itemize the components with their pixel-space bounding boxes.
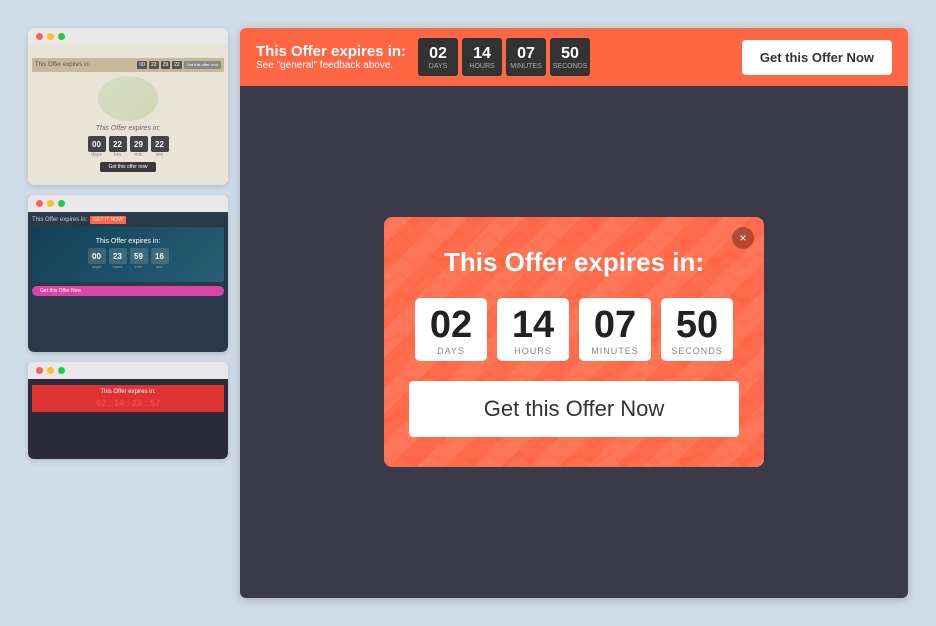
dot-yellow-3 [47,367,54,374]
popup-cta-button[interactable]: Get this Offer Now [409,381,739,437]
thumb1-timer: 00 days 22 hrs 29 min 22 [88,136,169,158]
thumb2-seconds: 16 [151,248,169,264]
main-body: × This Offer expires in: 02 DAYS 14 HOUR… [240,86,908,598]
top-bar-cta-button[interactable]: Get this Offer Now [742,40,892,75]
thumb1-content: This Offer expires in: 00 22 29 22 Get t… [28,45,228,185]
thumbnail-3[interactable]: This Offer expires in: 02 : 14 : 23 : 57 [28,362,228,459]
top-bar-subtitle: See "general" feedback above. [256,60,406,71]
popup-title: This Offer expires in: [444,247,704,278]
dot-green-3 [58,367,65,374]
thumb3-body: This Offer expires in: 02 : 14 : 23 : 57 [28,379,228,459]
thumb2-cta-box: GET IT NOW [90,216,126,224]
popup-timer-days: 02 DAYS [415,298,487,361]
popup-close-button[interactable]: × [732,227,754,249]
thumb1-title: This Offer expires in: [96,125,161,132]
thumb3-content: This Offer expires in: 02 : 14 : 23 : 57 [28,379,228,459]
thumb2-minutes: 59 [130,248,148,264]
dot-yellow-2 [47,200,54,207]
sidebar: This Offer expires in: 00 22 29 22 Get t… [28,28,228,598]
top-bar-timer: 02 DAYS 14 HOURS 07 MINUTES 50 SECONDS [418,38,590,76]
thumb2-image: This Offer expires in: 00 days 23 hours [32,227,224,282]
top-timer-seconds: 50 SECONDS [550,38,590,76]
dot-yellow-1 [47,33,54,40]
dot-green-1 [58,33,65,40]
thumb1-hours: 22 [109,136,127,152]
thumb3-red-bar: This Offer expires in: 02 : 14 : 23 : 57 [32,385,224,412]
thumb1-header-box4: 22 [172,61,182,69]
thumb3-titlebar [28,362,228,379]
thumbnail-2[interactable]: This Offer expires in: GET IT NOW This O… [28,195,228,352]
thumb1-header-text: This Offer expires in: [35,62,90,68]
top-timer-days: 02 DAYS [418,38,458,76]
thumb2-overlay-title: This Offer expires in: [96,238,160,245]
popup-timer-hours: 14 HOURS [497,298,569,361]
thumb2-body: This Offer expires in: GET IT NOW This O… [28,212,228,352]
thumb1-days: 00 [88,136,106,152]
thumb1-header-box1: 00 [137,61,147,69]
main-preview: This Offer expires in: See "general" fee… [240,28,908,598]
top-timer-minutes: 07 MINUTES [506,38,546,76]
thumb1-titlebar [28,28,228,45]
top-bar-text: This Offer expires in: See "general" fee… [256,43,406,71]
thumb1-floral [98,76,158,121]
dot-red-3 [36,367,43,374]
top-bar-title: This Offer expires in: [256,43,406,60]
thumb2-content: This Offer expires in: GET IT NOW This O… [28,212,228,352]
thumb2-days: 00 [88,248,106,264]
thumb1-button[interactable]: Get this offer now [100,162,155,172]
thumb2-titlebar [28,195,228,212]
thumb2-header-text: This Offer expires in: [32,217,87,223]
thumb1-seconds: 22 [151,136,169,152]
dot-green-2 [58,200,65,207]
popup-timer-seconds: 50 SECONDS [661,298,733,361]
thumb1-header-box3: 29 [161,61,171,69]
thumb2-timer: 00 days 23 hours 59 min [88,248,169,269]
thumb1-header: This Offer expires in: 00 22 29 22 Get t… [32,58,224,72]
dot-red-1 [36,33,43,40]
thumbnail-1[interactable]: This Offer expires in: 00 22 29 22 Get t… [28,28,228,185]
thumb3-title: This Offer expires in: [36,389,220,395]
popup-timer-minutes: 07 MINUTES [579,298,651,361]
thumb2-header: This Offer expires in: GET IT NOW [32,216,224,224]
top-timer-hours: 14 HOURS [462,38,502,76]
thumb1-body: This Offer expires in: 00 22 29 22 Get t… [28,45,228,185]
top-bar: This Offer expires in: See "general" fee… [240,28,908,86]
thumb1-minutes: 29 [130,136,148,152]
thumb3-time: 02 : 14 : 23 : 57 [36,398,220,408]
thumb2-hours: 23 [109,248,127,264]
popup-timer: 02 DAYS 14 HOURS 07 MINUTES 50 SECONDS [415,298,733,361]
popup: × This Offer expires in: 02 DAYS 14 HOUR… [384,217,764,467]
thumb2-button[interactable]: Get this Offer Now [32,286,224,296]
main-container: This Offer expires in: 00 22 29 22 Get t… [18,18,918,608]
dot-red-2 [36,200,43,207]
thumb1-cta-sm: Get this offer now [184,61,221,69]
thumb2-overlay: This Offer expires in: 00 days 23 hours [32,227,224,282]
thumb1-header-box2: 22 [149,61,159,69]
